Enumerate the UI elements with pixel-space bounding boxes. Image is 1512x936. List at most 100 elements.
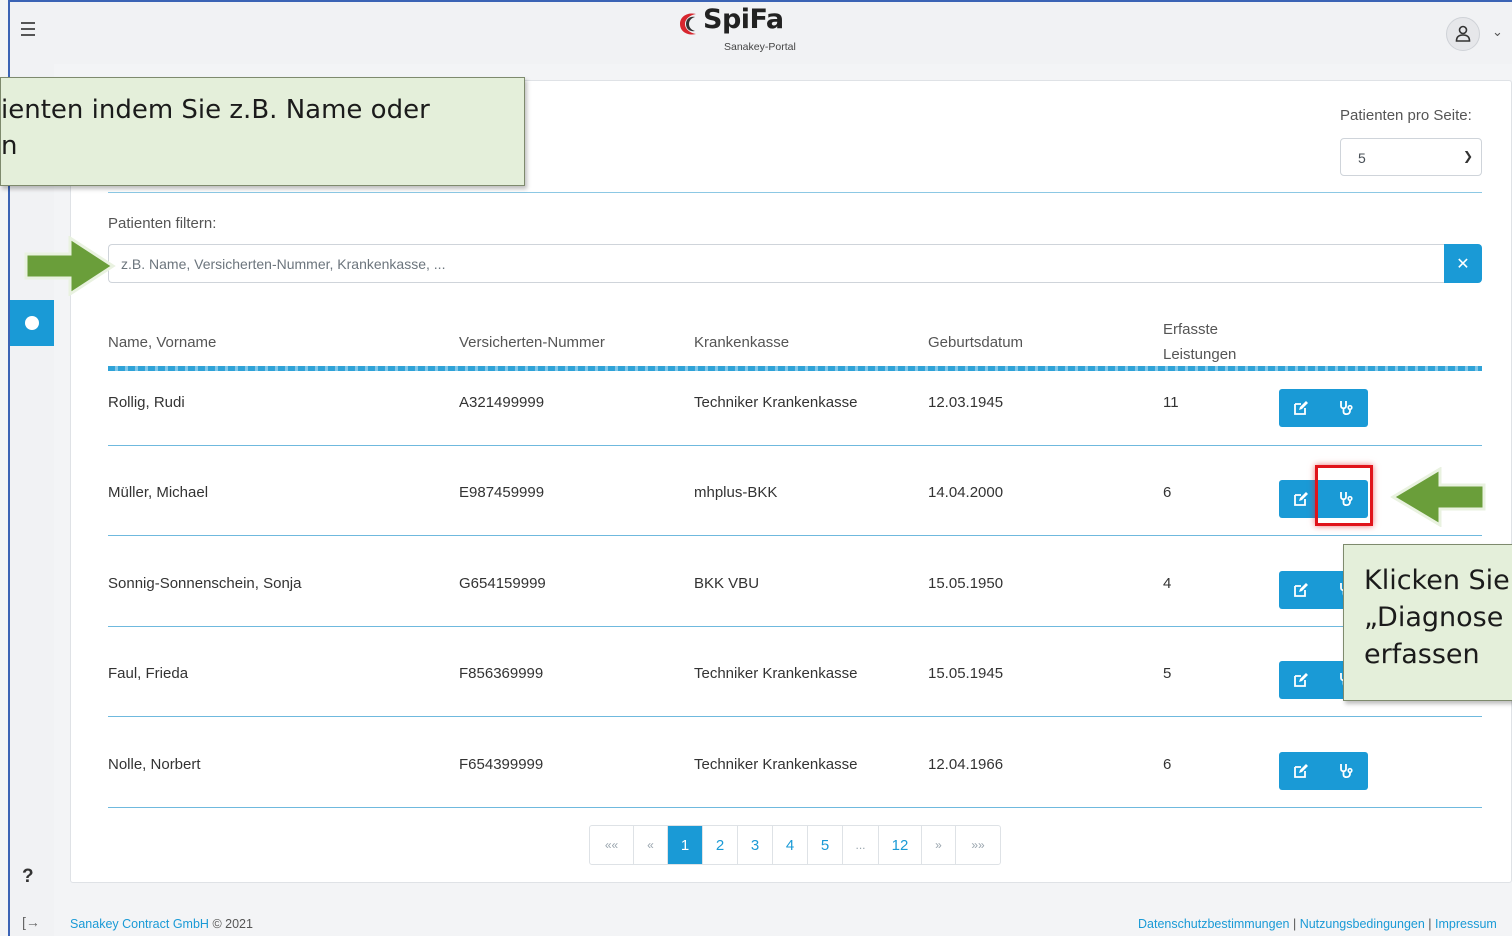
column-header-name[interactable]: Name, Vorname: [108, 334, 216, 351]
cell-insurance: Techniker Krankenkasse: [694, 394, 858, 411]
footer-company: Sanakey Contract GmbH © 2021: [70, 917, 253, 931]
edit-icon: [1294, 401, 1308, 415]
pagination-last[interactable]: »»: [956, 826, 1000, 864]
edit-patient-button[interactable]: [1279, 571, 1323, 609]
tutorial-callout-filter: ienten indem Sie z.B. Name oder n: [0, 77, 525, 186]
footer-links: Datenschutzbestimmungen | Nutzungsbeding…: [1138, 917, 1497, 931]
copyright: © 2021: [212, 917, 253, 931]
pagination-prev[interactable]: «: [634, 826, 668, 864]
footer-separator: |: [1428, 917, 1432, 931]
cell-insurance: Techniker Krankenkasse: [694, 665, 858, 682]
divider: [108, 192, 1482, 193]
cell-birthdate: 15.05.1945: [928, 665, 1004, 682]
cell-services-count: 6: [1163, 756, 1172, 773]
row-divider: [108, 716, 1482, 717]
diagnosis-button-highlight: [1315, 465, 1373, 526]
callout-line: erfassen: [1364, 639, 1480, 670]
user-menu-button[interactable]: [1446, 17, 1480, 51]
cell-birthdate: 14.04.2000: [928, 484, 1004, 501]
edit-icon: [1294, 583, 1308, 597]
company-link[interactable]: Sanakey Contract GmbH: [70, 917, 209, 931]
column-header-birthdate[interactable]: Geburtsdatum: [928, 334, 1023, 351]
column-header-insurance[interactable]: Krankenkasse: [694, 334, 789, 351]
edit-icon: [1294, 673, 1308, 687]
arrow-right-icon: [24, 236, 116, 296]
user-icon: [1455, 25, 1471, 42]
pagination-page[interactable]: 5: [808, 826, 843, 864]
stethoscope-icon: [1340, 401, 1353, 416]
cell-services-count: 4: [1163, 575, 1172, 592]
edit-icon: [1294, 764, 1308, 778]
pagination-page[interactable]: 2: [703, 826, 738, 864]
cell-insurance: Techniker Krankenkasse: [694, 756, 858, 773]
privacy-link[interactable]: Datenschutzbestimmungen: [1138, 917, 1289, 931]
cell-number: F654399999: [459, 756, 544, 773]
callout-line: n: [1, 131, 18, 161]
cell-number: F856369999: [459, 665, 544, 682]
pagination-ellipsis: ...: [843, 826, 879, 864]
tutorial-callout-diagnosis: Klicken Sie „Diagnose erfassen: [1343, 544, 1512, 701]
spifa-logo-icon: [680, 13, 696, 35]
page-size-select[interactable]: 5 ❯: [1340, 138, 1482, 176]
diagnosis-button[interactable]: [1324, 752, 1368, 790]
pagination-first[interactable]: ««: [590, 826, 634, 864]
cell-number: G654159999: [459, 575, 546, 592]
header-divider: [108, 366, 1482, 371]
patient-filter-input[interactable]: [108, 244, 1444, 283]
dot-icon: [25, 316, 39, 330]
clear-filter-button[interactable]: ✕: [1444, 244, 1482, 283]
edit-patient-button[interactable]: [1279, 661, 1323, 699]
callout-line: Klicken Sie: [1364, 565, 1510, 596]
cell-name: Nolle, Norbert: [108, 756, 201, 773]
sidebar: [10, 64, 54, 936]
cell-number: A321499999: [459, 394, 545, 411]
row-actions: [1279, 389, 1368, 427]
logo-subtitle: Sanakey-Portal: [724, 41, 796, 53]
diagnosis-button[interactable]: [1324, 389, 1368, 427]
sidebar-item-patients[interactable]: [10, 300, 54, 346]
column-header-services-2[interactable]: Leistungen: [1163, 346, 1236, 363]
cell-services-count: 11: [1163, 394, 1179, 411]
cell-name: Müller, Michael: [108, 484, 209, 501]
row-divider: [108, 535, 1482, 536]
pagination-page[interactable]: 3: [738, 826, 773, 864]
pagination-page[interactable]: 4: [773, 826, 808, 864]
cell-name: Rollig, Rudi: [108, 394, 185, 411]
imprint-link[interactable]: Impressum: [1435, 917, 1497, 931]
cell-birthdate: 12.03.1945: [928, 394, 1004, 411]
hamburger-menu-icon[interactable]: [17, 18, 39, 40]
help-icon[interactable]: ?: [22, 866, 34, 888]
edit-icon: [1294, 492, 1308, 506]
chevron-down-icon: ❯: [1462, 149, 1473, 163]
page-size-value: 5: [1358, 150, 1366, 166]
row-actions: [1279, 752, 1368, 790]
column-header-services-1[interactable]: Erfasste: [1163, 321, 1218, 338]
column-header-number[interactable]: Versicherten-Nummer: [459, 334, 605, 351]
callout-line: „Diagnose: [1364, 602, 1504, 633]
edit-patient-button[interactable]: [1279, 389, 1323, 427]
logo-text: SpiFa: [703, 4, 784, 35]
pagination-next[interactable]: »: [922, 826, 956, 864]
cell-name: Faul, Frieda: [108, 665, 189, 682]
cell-name: Sonnig-Sonnenschein, Sonja: [108, 575, 302, 592]
footer-separator: |: [1292, 917, 1297, 931]
row-divider: [108, 807, 1482, 808]
cell-services-count: 6: [1163, 484, 1172, 501]
pagination-page[interactable]: 1: [668, 826, 703, 864]
cell-birthdate: 15.05.1950: [928, 575, 1004, 592]
cell-number: E987459999: [459, 484, 545, 501]
pagination-page[interactable]: 12: [879, 826, 922, 864]
arrow-left-icon: [1390, 467, 1486, 527]
cell-insurance: BKK VBU: [694, 575, 760, 592]
terms-link[interactable]: Nutzungsbedingungen: [1300, 917, 1425, 931]
filter-label: Patienten filtern:: [108, 215, 217, 232]
page-size-label: Patienten pro Seite:: [1340, 107, 1472, 124]
row-divider: [108, 626, 1482, 627]
cell-birthdate: 12.04.1966: [928, 756, 1004, 773]
pagination: «« « 1 2 3 4 5 ... 12 » »»: [589, 825, 1001, 865]
logout-icon[interactable]: [→: [22, 914, 40, 930]
chevron-down-icon[interactable]: ⌄: [1492, 24, 1503, 40]
edit-patient-button[interactable]: [1279, 752, 1323, 790]
row-divider: [108, 445, 1482, 446]
cell-services-count: 5: [1163, 665, 1172, 682]
